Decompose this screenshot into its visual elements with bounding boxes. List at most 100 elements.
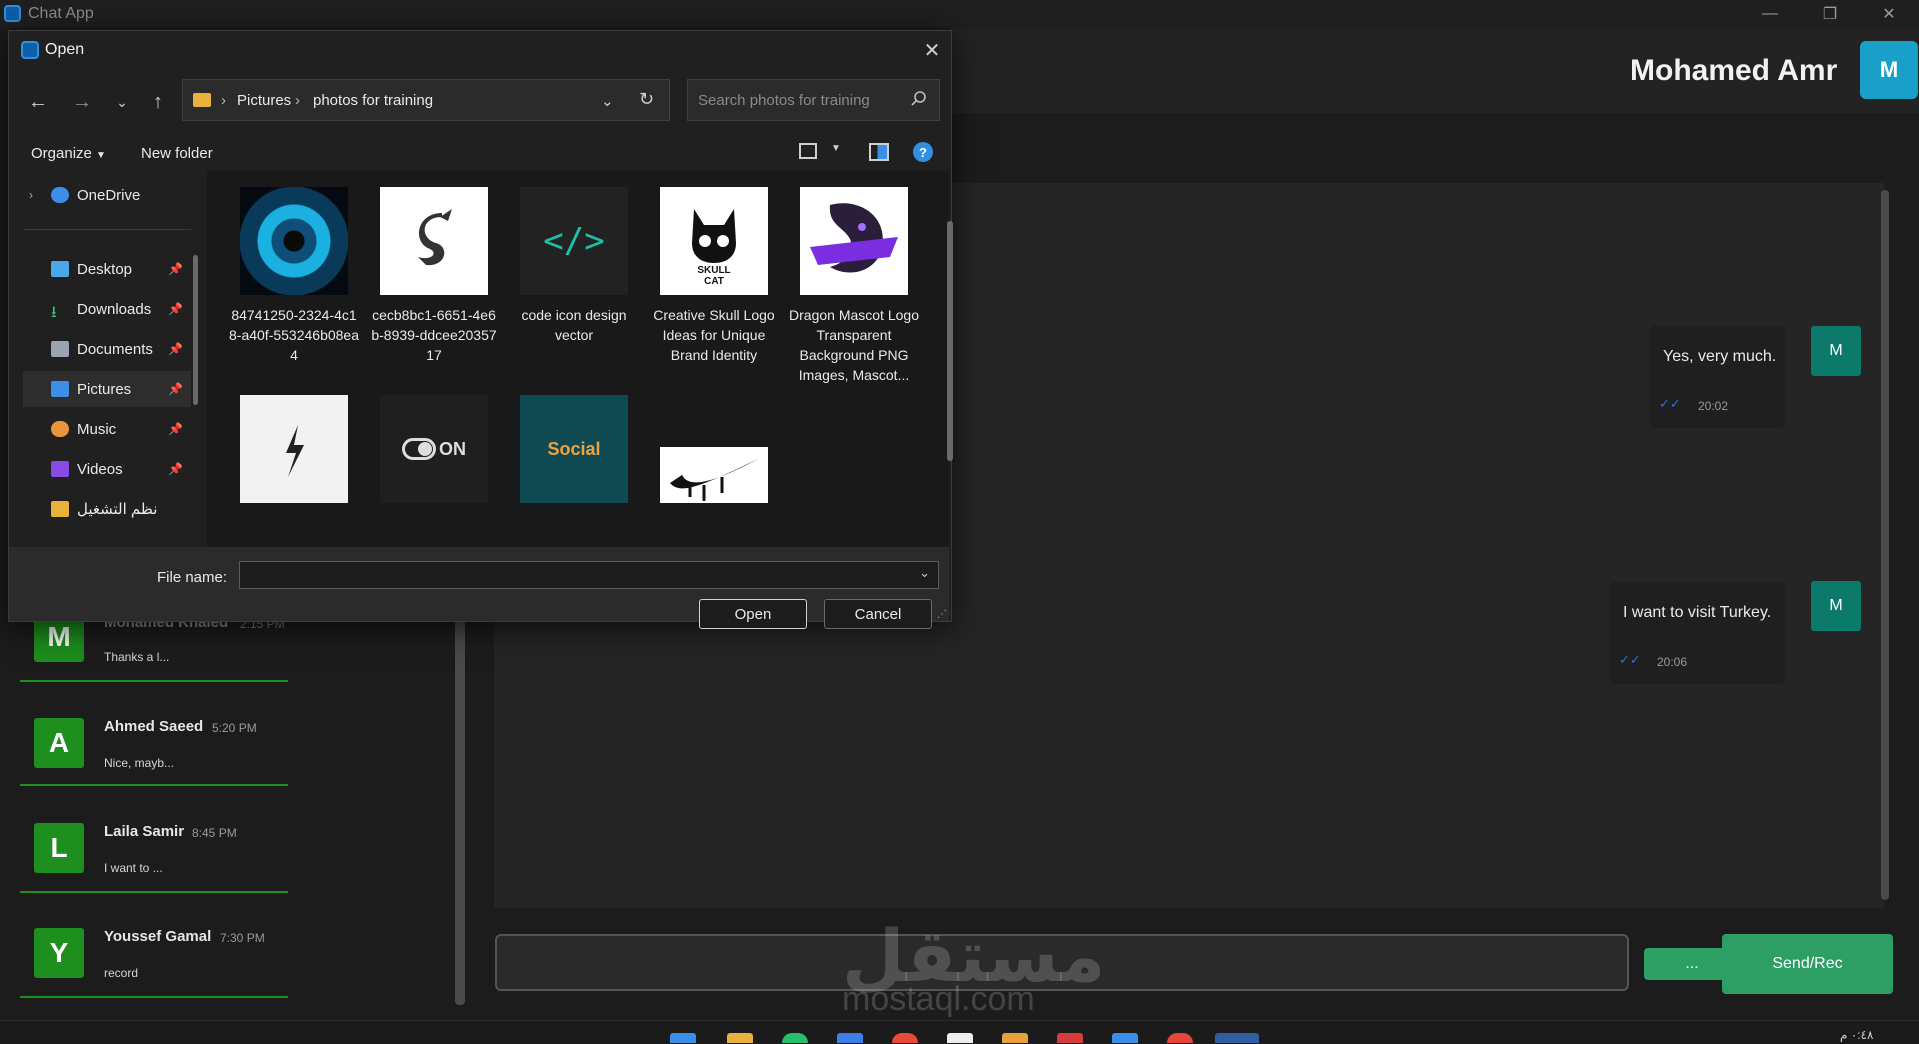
expand-chevron-icon[interactable]: › bbox=[29, 188, 33, 202]
file-item[interactable]: 84741250-2324-4c18-a40f-553246b08ea4 bbox=[229, 187, 359, 365]
pin-icon[interactable]: 📌 bbox=[168, 462, 183, 476]
file-item[interactable]: Social bbox=[509, 395, 639, 503]
preview-pane-icon[interactable] bbox=[869, 143, 889, 161]
file-item[interactable]: </> code icon design vector bbox=[509, 187, 639, 345]
breadcrumb-current-folder[interactable]: photos for training bbox=[313, 92, 433, 109]
dialog-close-button[interactable]: ✕ bbox=[919, 37, 945, 63]
file-thumbnail bbox=[380, 187, 488, 295]
message-bubble: Yes, very much. ✓✓ 20:02 bbox=[1649, 326, 1785, 428]
message-text: I want to visit Turkey. bbox=[1623, 604, 1772, 621]
contact-preview: I want to ... bbox=[104, 861, 163, 875]
pictures-icon bbox=[51, 381, 69, 397]
file-item[interactable] bbox=[649, 447, 779, 503]
start-icon[interactable] bbox=[670, 1033, 696, 1043]
breadcrumb-separator-icon: › bbox=[295, 92, 300, 109]
nav-item-documents[interactable]: Documents 📌 bbox=[23, 331, 191, 367]
file-item[interactable] bbox=[229, 395, 359, 503]
contact-time: 5:20 PM bbox=[212, 721, 257, 735]
current-user-name: Mohamed Amr bbox=[1630, 54, 1838, 87]
nav-item-onedrive[interactable]: › OneDrive bbox=[23, 177, 191, 213]
chat-app-taskbar-icon[interactable] bbox=[1215, 1033, 1259, 1043]
contacts-scrollbar[interactable] bbox=[455, 620, 465, 1005]
contact-preview: Nice, mayb... bbox=[104, 756, 175, 770]
forward-arrow-icon[interactable]: → bbox=[67, 87, 97, 117]
open-file-dialog: Open ✕ ← → ⌄ ↑ › Pictures › photos for t… bbox=[8, 30, 953, 629]
resize-grip-icon[interactable]: ⋰ bbox=[937, 609, 947, 620]
file-thumbnail bbox=[240, 187, 348, 295]
cancel-button[interactable]: Cancel bbox=[824, 599, 932, 629]
recent-chevron-icon[interactable]: ⌄ bbox=[107, 87, 137, 117]
back-arrow-icon[interactable]: ← bbox=[23, 87, 53, 117]
whatsapp-icon[interactable] bbox=[782, 1033, 808, 1043]
contact-item[interactable]: L Laila Samir 8:45 PM I want to ... bbox=[20, 823, 300, 923]
messages-scrollbar[interactable] bbox=[1881, 190, 1889, 900]
app-red-icon[interactable] bbox=[892, 1033, 918, 1043]
view-mode-icon[interactable] bbox=[799, 143, 817, 159]
file-name: cecb8bc1-6651-4e6b-8939-ddcee2035717 bbox=[371, 307, 497, 363]
dialog-toolbar: Organize ▼ New folder ▼ ? bbox=[9, 135, 949, 171]
vscode-icon[interactable] bbox=[1112, 1033, 1138, 1043]
refresh-icon[interactable]: ↻ bbox=[639, 89, 654, 110]
open-button[interactable]: Open bbox=[699, 599, 807, 629]
address-bar[interactable]: › Pictures › photos for training ⌄ ↻ bbox=[182, 79, 670, 121]
contact-divider bbox=[20, 891, 288, 893]
search-placeholder: Search photos for training bbox=[698, 92, 870, 109]
file-name: code icon design vector bbox=[521, 307, 627, 343]
up-arrow-icon[interactable]: ↑ bbox=[143, 87, 173, 117]
chrome-icon[interactable] bbox=[1167, 1033, 1193, 1043]
contact-divider bbox=[20, 996, 288, 998]
file-item[interactable]: SKULL CAT Creative Skull Logo Ideas for … bbox=[649, 187, 779, 365]
message-avatar: M bbox=[1811, 326, 1861, 376]
file-name: 84741250-2324-4c18-a40f-553246b08ea4 bbox=[229, 307, 360, 363]
send-record-button[interactable]: Send/Rec bbox=[1722, 934, 1893, 994]
file-name-dropdown-chevron-icon[interactable]: ⌄ bbox=[919, 565, 930, 581]
app-orange-icon[interactable] bbox=[1002, 1033, 1028, 1043]
file-name-input[interactable]: ⌄ bbox=[239, 561, 939, 589]
search-icon bbox=[910, 90, 928, 108]
contact-name: Laila Samir bbox=[104, 823, 185, 840]
maximize-button[interactable]: ❐ bbox=[1800, 0, 1860, 28]
contact-item[interactable]: A Ahmed Saeed 5:20 PM Nice, mayb... bbox=[20, 718, 300, 818]
nav-item-videos[interactable]: Videos 📌 bbox=[23, 451, 191, 487]
store-icon[interactable] bbox=[947, 1033, 973, 1043]
edge-icon[interactable] bbox=[837, 1033, 863, 1043]
folder-icon bbox=[51, 501, 69, 517]
caret-down-icon: ▼ bbox=[96, 150, 106, 161]
search-box[interactable]: Search photos for training bbox=[687, 79, 940, 121]
nav-item-desktop[interactable]: Desktop 📌 bbox=[23, 251, 191, 287]
file-item[interactable]: Dragon Mascot Logo Transparent Backgroun… bbox=[789, 187, 919, 385]
files-scrollbar[interactable] bbox=[947, 221, 953, 461]
contact-item[interactable]: Y Youssef Gamal 7:30 PM record bbox=[20, 928, 300, 1028]
pin-icon[interactable]: 📌 bbox=[168, 342, 183, 356]
organize-button[interactable]: Organize ▼ bbox=[31, 145, 106, 162]
nav-scrollbar[interactable] bbox=[193, 255, 198, 405]
minimize-button[interactable]: — bbox=[1740, 0, 1800, 28]
acrobat-icon[interactable] bbox=[1057, 1033, 1083, 1043]
pin-icon[interactable]: 📌 bbox=[168, 382, 183, 396]
onedrive-icon bbox=[51, 187, 69, 203]
file-thumbnail bbox=[240, 395, 348, 503]
file-item[interactable]: cecb8bc1-6651-4e6b-8939-ddcee2035717 bbox=[369, 187, 499, 365]
close-window-button[interactable]: ✕ bbox=[1859, 0, 1919, 28]
pin-icon[interactable]: 📌 bbox=[168, 302, 183, 316]
contact-item[interactable]: M Mohamed Khaled 2:15 PM Thanks a l... bbox=[20, 612, 300, 712]
file-explorer-icon[interactable] bbox=[727, 1033, 753, 1043]
file-name: Dragon Mascot Logo Transparent Backgroun… bbox=[789, 307, 919, 383]
message-bubble: I want to visit Turkey. ✓✓ 20:06 bbox=[1609, 582, 1785, 684]
new-folder-button[interactable]: New folder bbox=[141, 145, 213, 162]
pin-icon[interactable]: 📌 bbox=[168, 262, 183, 276]
file-thumbnail: ON bbox=[380, 395, 488, 503]
nav-divider bbox=[23, 229, 191, 230]
current-user-avatar[interactable]: M bbox=[1860, 41, 1918, 99]
file-item[interactable]: ON bbox=[369, 395, 499, 503]
address-dropdown-chevron-icon[interactable]: ⌄ bbox=[601, 92, 614, 110]
view-dropdown-caret-icon[interactable]: ▼ bbox=[831, 143, 841, 154]
nav-item-pictures[interactable]: Pictures 📌 bbox=[23, 371, 191, 407]
nav-item-music[interactable]: Music 📌 bbox=[23, 411, 191, 447]
nav-item-downloads[interactable]: ⭳ Downloads 📌 bbox=[23, 291, 191, 327]
help-icon[interactable]: ? bbox=[913, 142, 933, 162]
documents-icon bbox=[51, 341, 69, 357]
pin-icon[interactable]: 📌 bbox=[168, 422, 183, 436]
nav-item-folder[interactable]: نظم التشغيل bbox=[23, 491, 191, 527]
breadcrumb-pictures[interactable]: Pictures bbox=[237, 92, 291, 109]
